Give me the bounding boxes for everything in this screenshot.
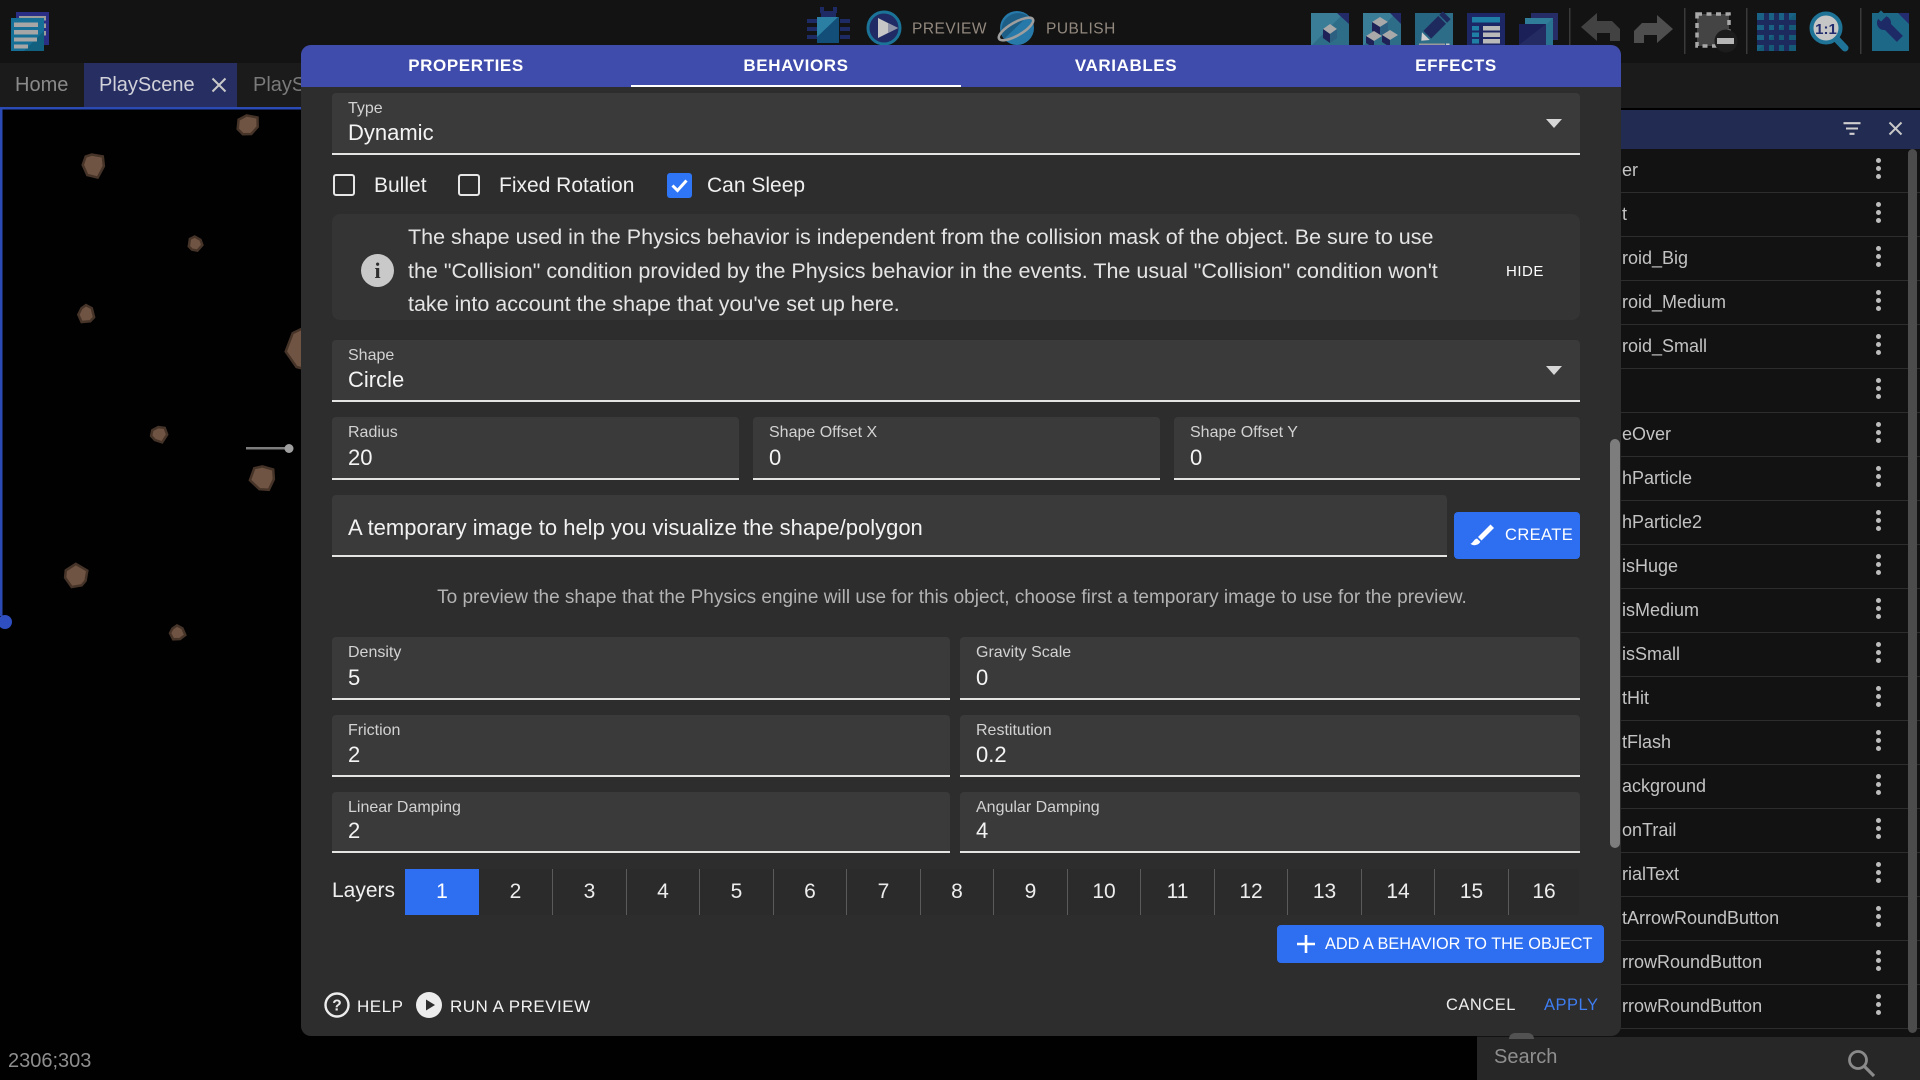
svg-text:?: ? [332,998,341,1015]
svg-text:1:1: 1:1 [1815,21,1837,38]
svg-text:PUBLISH: PUBLISH [1046,21,1116,38]
svg-text:PREVIEW: PREVIEW [912,21,987,38]
